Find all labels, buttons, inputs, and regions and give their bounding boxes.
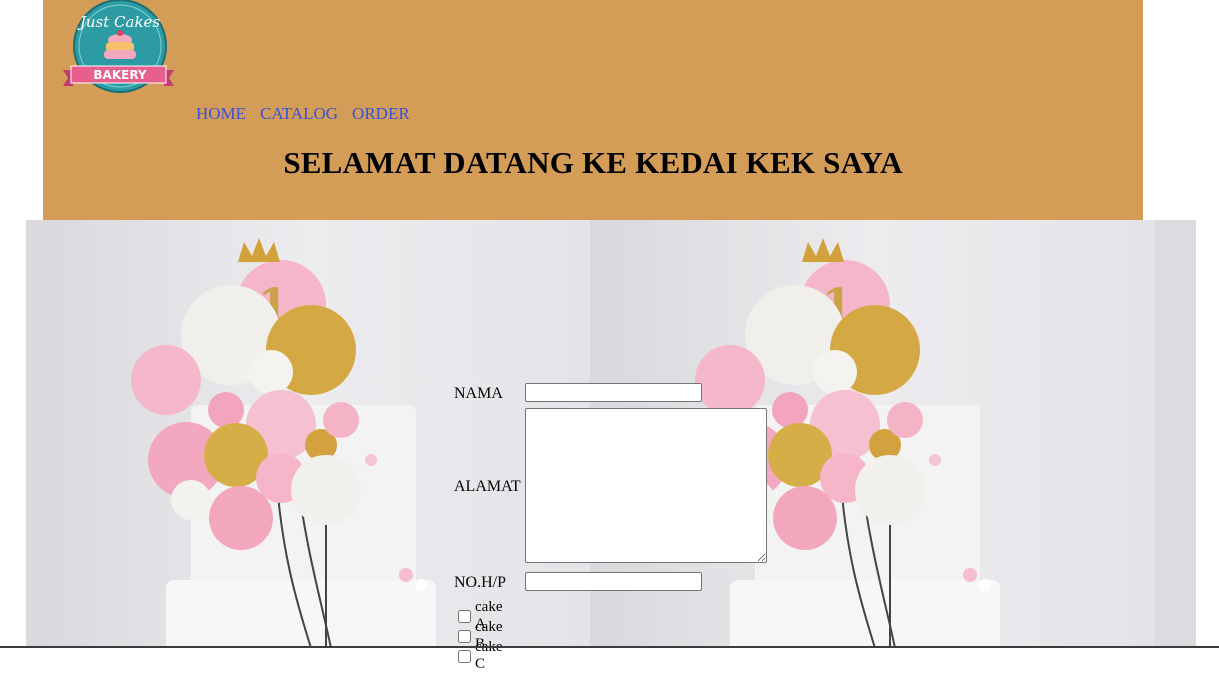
cake-c-label: cake C bbox=[475, 639, 503, 672]
alamat-label: ALAMAT bbox=[454, 478, 521, 495]
nama-label: NAMA bbox=[454, 385, 503, 402]
alamat-textarea[interactable] bbox=[525, 408, 767, 563]
nav-order-link[interactable]: ORDER bbox=[352, 104, 410, 124]
logo-ribbon-text: BAKERY bbox=[93, 68, 147, 82]
nohp-label: NO.H/P bbox=[454, 574, 507, 591]
cake-c-checkbox[interactable] bbox=[458, 649, 471, 663]
logo-brand-text: Just Cakes bbox=[77, 13, 161, 31]
nama-input[interactable] bbox=[525, 383, 702, 402]
nohp-input[interactable] bbox=[525, 572, 702, 591]
main-nav: HOME CATALOG ORDER bbox=[196, 104, 410, 124]
cake-c-option[interactable]: cake C bbox=[454, 639, 502, 673]
nav-home-link[interactable]: HOME bbox=[196, 104, 246, 124]
page-title: SELAMAT DATANG KE KEDAI KEK SAYA bbox=[283, 145, 903, 180]
bakery-logo[interactable]: Just Cakes BAKERY bbox=[61, 0, 176, 96]
site-header: Just Cakes BAKERY HOME CATALOG ORDER SEL… bbox=[43, 0, 1143, 220]
banner-edge bbox=[1154, 220, 1196, 648]
nav-catalog-link[interactable]: CATALOG bbox=[260, 104, 338, 124]
